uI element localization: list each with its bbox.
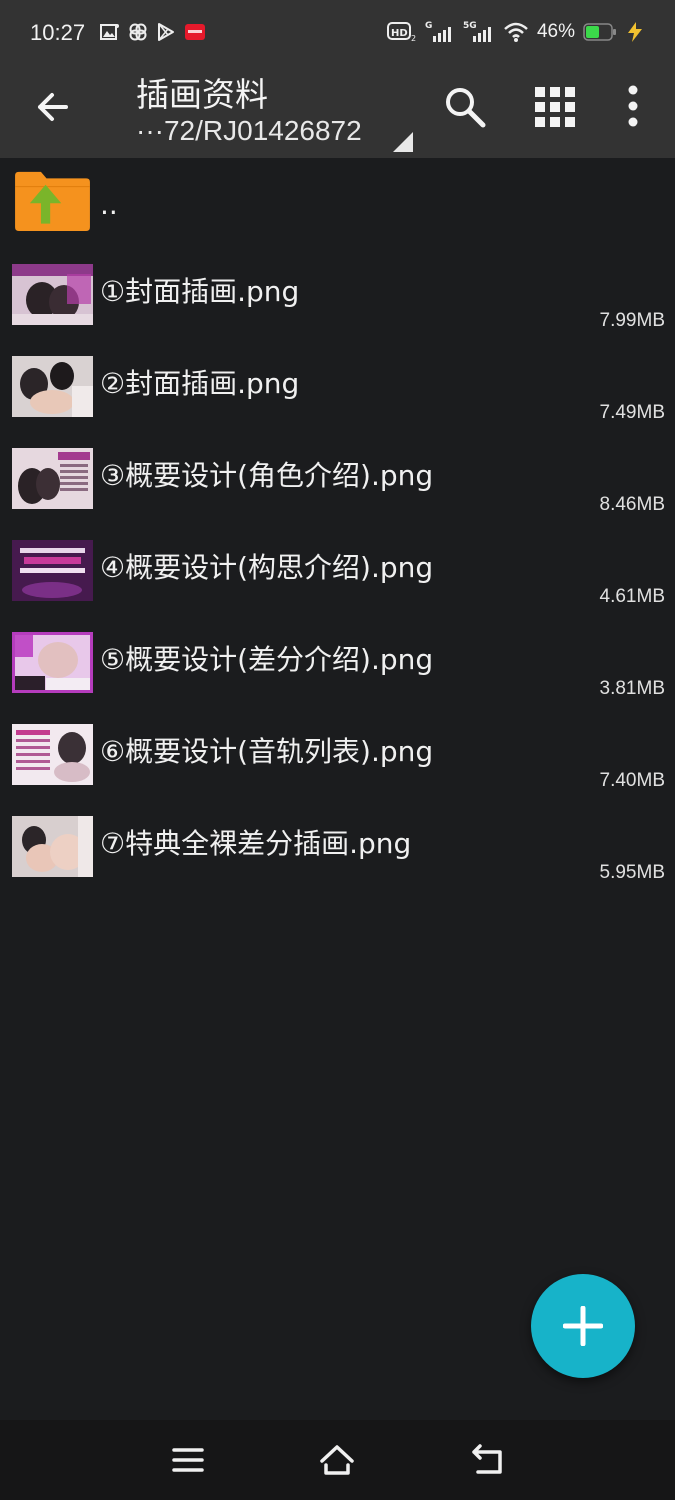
add-fab-button[interactable] <box>531 1274 635 1378</box>
search-icon[interactable] <box>443 85 487 129</box>
svg-text:2: 2 <box>411 34 416 43</box>
folder-title: 插画资料 <box>136 75 268 114</box>
status-bar: 10:27 HD 2 G 5G 46% <box>0 0 675 60</box>
system-nav-bar <box>0 1420 675 1500</box>
file-name: ⑥概要设计(音轨列表).png <box>100 735 434 768</box>
status-time: 10:27 <box>30 20 86 45</box>
signal-g-icon: G <box>425 21 451 42</box>
app-toolbar: 插画资料 ···72/RJ01426872 <box>0 60 675 158</box>
app-notification-icon <box>129 23 147 41</box>
folder-up-icon <box>15 171 90 231</box>
hd-icon: HD 2 <box>386 22 416 43</box>
file-size: 3.81MB <box>599 678 665 699</box>
file-manager-screen: 10:27 HD 2 G 5G 46% 插画资料 ···72/RJ0142687… <box>0 0 675 1500</box>
signal-5g-icon: 5G <box>463 21 491 42</box>
svg-text:HD: HD <box>391 28 408 39</box>
menu-icon[interactable] <box>170 1442 206 1478</box>
more-vert-icon[interactable] <box>620 84 646 128</box>
path-dropdown-icon[interactable] <box>393 132 413 152</box>
svg-text:G: G <box>425 21 432 31</box>
wifi-icon <box>504 22 528 42</box>
file-name: ③概要设计(角色介绍).png <box>100 459 434 492</box>
grid-view-icon[interactable] <box>534 86 576 128</box>
file-thumbnail <box>12 448 93 509</box>
list-item[interactable]: ⑦特典全裸差分插画.png 5.95MB <box>0 802 675 894</box>
home-icon[interactable] <box>319 1442 355 1478</box>
file-name: ④概要设计(构思介绍).png <box>100 551 434 584</box>
file-size: 8.46MB <box>599 494 665 515</box>
file-thumbnail <box>12 632 93 693</box>
list-item[interactable]: ②封面插画.png 7.49MB <box>0 342 675 434</box>
svg-text:5G: 5G <box>463 21 477 31</box>
file-size: 7.49MB <box>599 402 665 423</box>
file-name: ⑤概要设计(差分介绍).png <box>100 643 434 676</box>
battery-icon <box>583 23 616 41</box>
charging-icon <box>628 22 642 42</box>
plus-icon <box>563 1306 603 1346</box>
file-size: 5.95MB <box>599 862 665 883</box>
folder-path[interactable]: ···72/RJ01426872 <box>136 115 362 147</box>
play-store-icon <box>158 23 174 41</box>
file-thumbnail <box>12 540 93 601</box>
file-thumbnail <box>12 816 93 877</box>
list-item[interactable]: ⑤概要设计(差分介绍).png 3.81MB <box>0 618 675 710</box>
list-item[interactable]: ①封面插画.png 7.99MB <box>0 250 675 342</box>
parent-folder-label: .. <box>100 188 118 221</box>
file-size: 7.99MB <box>599 310 665 331</box>
file-name: ②封面插画.png <box>100 367 300 400</box>
file-list: .. ①封面插画.png 7.99MB ②封面插画.png 7.49MB ③概要… <box>0 158 675 894</box>
back-icon[interactable] <box>470 1442 506 1478</box>
battery-percent: 46% <box>536 21 575 42</box>
file-name: ①封面插画.png <box>100 275 300 308</box>
file-name: ⑦特典全裸差分插画.png <box>100 827 412 860</box>
list-item[interactable]: ④概要设计(构思介绍).png 4.61MB <box>0 526 675 618</box>
back-arrow-icon[interactable] <box>28 82 78 132</box>
status-right-group: HD 2 G 5G 46% <box>386 18 645 46</box>
parent-folder-row[interactable]: .. <box>0 158 675 250</box>
list-item[interactable]: ⑥概要设计(音轨列表).png 7.40MB <box>0 710 675 802</box>
red-app-icon <box>185 24 205 40</box>
gallery-notification-icon <box>100 24 119 40</box>
list-item[interactable]: ③概要设计(角色介绍).png 8.46MB <box>0 434 675 526</box>
file-thumbnail <box>12 264 93 325</box>
file-size: 7.40MB <box>599 770 665 791</box>
file-thumbnail <box>12 356 93 417</box>
file-thumbnail <box>12 724 93 785</box>
file-size: 4.61MB <box>599 586 665 607</box>
